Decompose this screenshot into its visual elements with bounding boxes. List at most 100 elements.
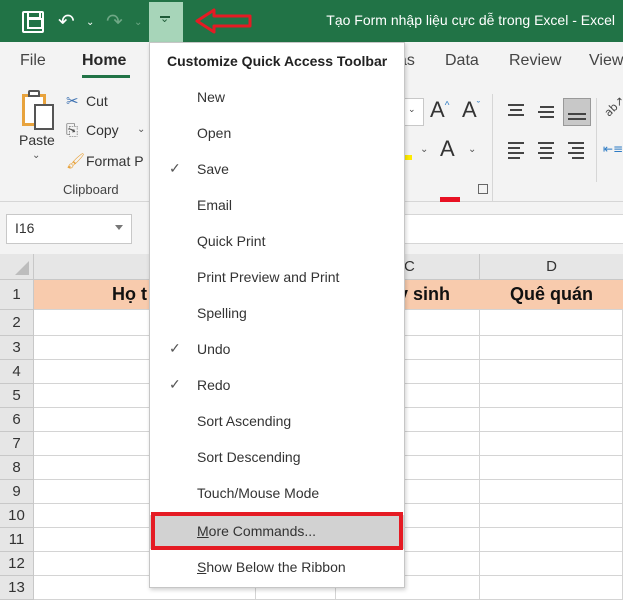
row-header-6[interactable]: 6 xyxy=(0,408,34,432)
menu-item-redo[interactable]: ✓ Redo xyxy=(150,369,404,403)
increase-font-size-button[interactable]: A^ xyxy=(430,97,449,123)
font-size-dropdown[interactable]: ⌄ xyxy=(404,98,424,126)
name-box[interactable]: I16 xyxy=(6,214,132,244)
menu-item-undo[interactable]: ✓ Undo xyxy=(150,333,404,367)
select-all-button[interactable] xyxy=(0,254,34,280)
font-dialog-launcher-icon[interactable] xyxy=(478,184,488,194)
undo-icon[interactable]: ↶ xyxy=(58,8,75,34)
menu-item-label: New xyxy=(197,89,226,105)
cell-d10[interactable] xyxy=(480,504,623,528)
menu-item-touch-mouse-mode[interactable]: Touch/Mouse Mode xyxy=(150,477,404,511)
tab-file[interactable]: File xyxy=(20,52,46,70)
cell-d8[interactable] xyxy=(480,456,623,480)
menu-item-label: Touch/Mouse Mode xyxy=(197,485,320,501)
font-color-dropdown-icon[interactable]: ⌄ xyxy=(468,144,476,155)
title-bar: ↶ ⌄ ↷ ⌄ ⌄ Tạo Form nhập liệu cực dễ tron… xyxy=(0,0,623,42)
align-bottom-icon xyxy=(568,105,588,121)
menu-item-spelling[interactable]: Spelling xyxy=(150,297,404,331)
menu-item-show-below-ribbon[interactable]: Show Below the Ribbon xyxy=(150,551,404,585)
cell-d2[interactable] xyxy=(480,310,623,336)
menu-item-new[interactable]: New xyxy=(150,81,404,115)
row-header-3[interactable]: 3 xyxy=(0,336,34,360)
cell-d13[interactable] xyxy=(480,576,623,600)
tab-review[interactable]: Review xyxy=(509,52,561,70)
row-header-11[interactable]: 11 xyxy=(0,528,34,552)
row-header-1[interactable]: 1 xyxy=(0,280,34,310)
decrease-indent-icon[interactable]: ⇤≡ xyxy=(603,142,623,156)
column-header-d[interactable]: D xyxy=(480,254,623,280)
decrease-font-size-button[interactable]: Aˇ xyxy=(462,97,480,123)
align-middle-icon[interactable] xyxy=(538,102,558,118)
cell-d11[interactable] xyxy=(480,528,623,552)
menu-title: Customize Quick Access Toolbar xyxy=(167,53,388,69)
cell-d3[interactable] xyxy=(480,336,623,360)
clipboard-group-label: Clipboard xyxy=(63,182,119,197)
cut-button[interactable]: ✂ Cut xyxy=(66,92,108,110)
row-header-5[interactable]: 5 xyxy=(0,384,34,408)
paste-button[interactable]: Paste xyxy=(19,132,55,148)
align-top-icon[interactable] xyxy=(508,102,528,118)
fill-color-icon[interactable] xyxy=(404,144,412,160)
menu-item-label: Open xyxy=(197,125,232,141)
row-header-7[interactable]: 7 xyxy=(0,432,34,456)
row-header-9[interactable]: 9 xyxy=(0,480,34,504)
cell-d5[interactable] xyxy=(480,384,623,408)
menu-item-label: Show Below the Ribbon xyxy=(197,559,346,575)
undo-dropdown-icon[interactable]: ⌄ xyxy=(86,10,94,36)
active-tab-indicator xyxy=(82,75,130,78)
align-right-icon[interactable] xyxy=(568,142,588,159)
formula-input[interactable] xyxy=(404,214,623,244)
menu-item-sort-ascending[interactable]: Sort Ascending xyxy=(150,405,404,439)
font-color-button[interactable]: A xyxy=(440,136,455,162)
format-painter-button[interactable]: 🖌Format P xyxy=(66,152,144,170)
align-left-icon[interactable] xyxy=(508,142,528,159)
redo-dropdown-icon[interactable]: ⌄ xyxy=(134,10,142,36)
align-bottom-button[interactable] xyxy=(563,98,591,126)
menu-item-label: Redo xyxy=(197,377,231,393)
customize-qat-menu: Customize Quick Access Toolbar New Open ✓ S… xyxy=(149,42,405,588)
row-header-13[interactable]: 13 xyxy=(0,576,34,600)
save-icon[interactable] xyxy=(22,11,44,33)
row-header-2[interactable]: 2 xyxy=(0,310,34,336)
cell-d9[interactable] xyxy=(480,480,623,504)
cell-d1[interactable]: Quê quán xyxy=(480,280,623,310)
tab-data[interactable]: Data xyxy=(445,52,479,70)
copy-icon: ⎘ xyxy=(66,122,79,139)
tab-home[interactable]: Home xyxy=(82,52,126,70)
row-header-4[interactable]: 4 xyxy=(0,360,34,384)
scissors-icon: ✂ xyxy=(66,93,79,110)
cell-d12[interactable] xyxy=(480,552,623,576)
checkmark-icon: ✓ xyxy=(169,376,181,392)
name-box-dropdown-icon[interactable] xyxy=(115,225,123,230)
tab-view[interactable]: View xyxy=(589,52,623,70)
menu-item-save[interactable]: ✓ Save xyxy=(150,153,404,187)
cell-d7[interactable] xyxy=(480,432,623,456)
paste-icon[interactable] xyxy=(22,90,56,132)
orientation-icon[interactable]: ab↗ xyxy=(602,94,623,119)
clipboard-clip xyxy=(28,90,40,97)
menu-item-sort-descending[interactable]: Sort Descending xyxy=(150,441,404,475)
customize-qat-button[interactable]: ⌄ xyxy=(149,2,183,42)
fill-color-dropdown-icon[interactable]: ⌄ xyxy=(420,144,428,155)
row-header-12[interactable]: 12 xyxy=(0,552,34,576)
menu-item-label: Save xyxy=(197,161,229,177)
row-header-8[interactable]: 8 xyxy=(0,456,34,480)
copy-label: Copy xyxy=(86,122,119,138)
cell-d4[interactable] xyxy=(480,360,623,384)
paste-dropdown-icon[interactable]: ⌄ xyxy=(32,150,40,161)
copy-dropdown-icon[interactable]: ⌄ xyxy=(137,124,145,135)
align-center-icon[interactable] xyxy=(538,142,558,159)
format-painter-icon: 🖌 xyxy=(66,153,86,170)
redo-icon[interactable]: ↷ xyxy=(106,8,123,34)
menu-item-quick-print[interactable]: Quick Print xyxy=(150,225,404,259)
menu-item-email[interactable]: Email xyxy=(150,189,404,223)
copy-button[interactable]: ⎘ Copy xyxy=(66,122,119,139)
row-header-10[interactable]: 10 xyxy=(0,504,34,528)
group-separator xyxy=(492,94,493,202)
cell-d6[interactable] xyxy=(480,408,623,432)
menu-item-print-preview-and-print[interactable]: Print Preview and Print xyxy=(150,261,404,295)
grow-arrow: ^ xyxy=(444,100,450,112)
menu-item-open[interactable]: Open xyxy=(150,117,404,151)
shrink-font-icon: A xyxy=(462,97,477,122)
checkmark-icon: ✓ xyxy=(169,160,181,176)
